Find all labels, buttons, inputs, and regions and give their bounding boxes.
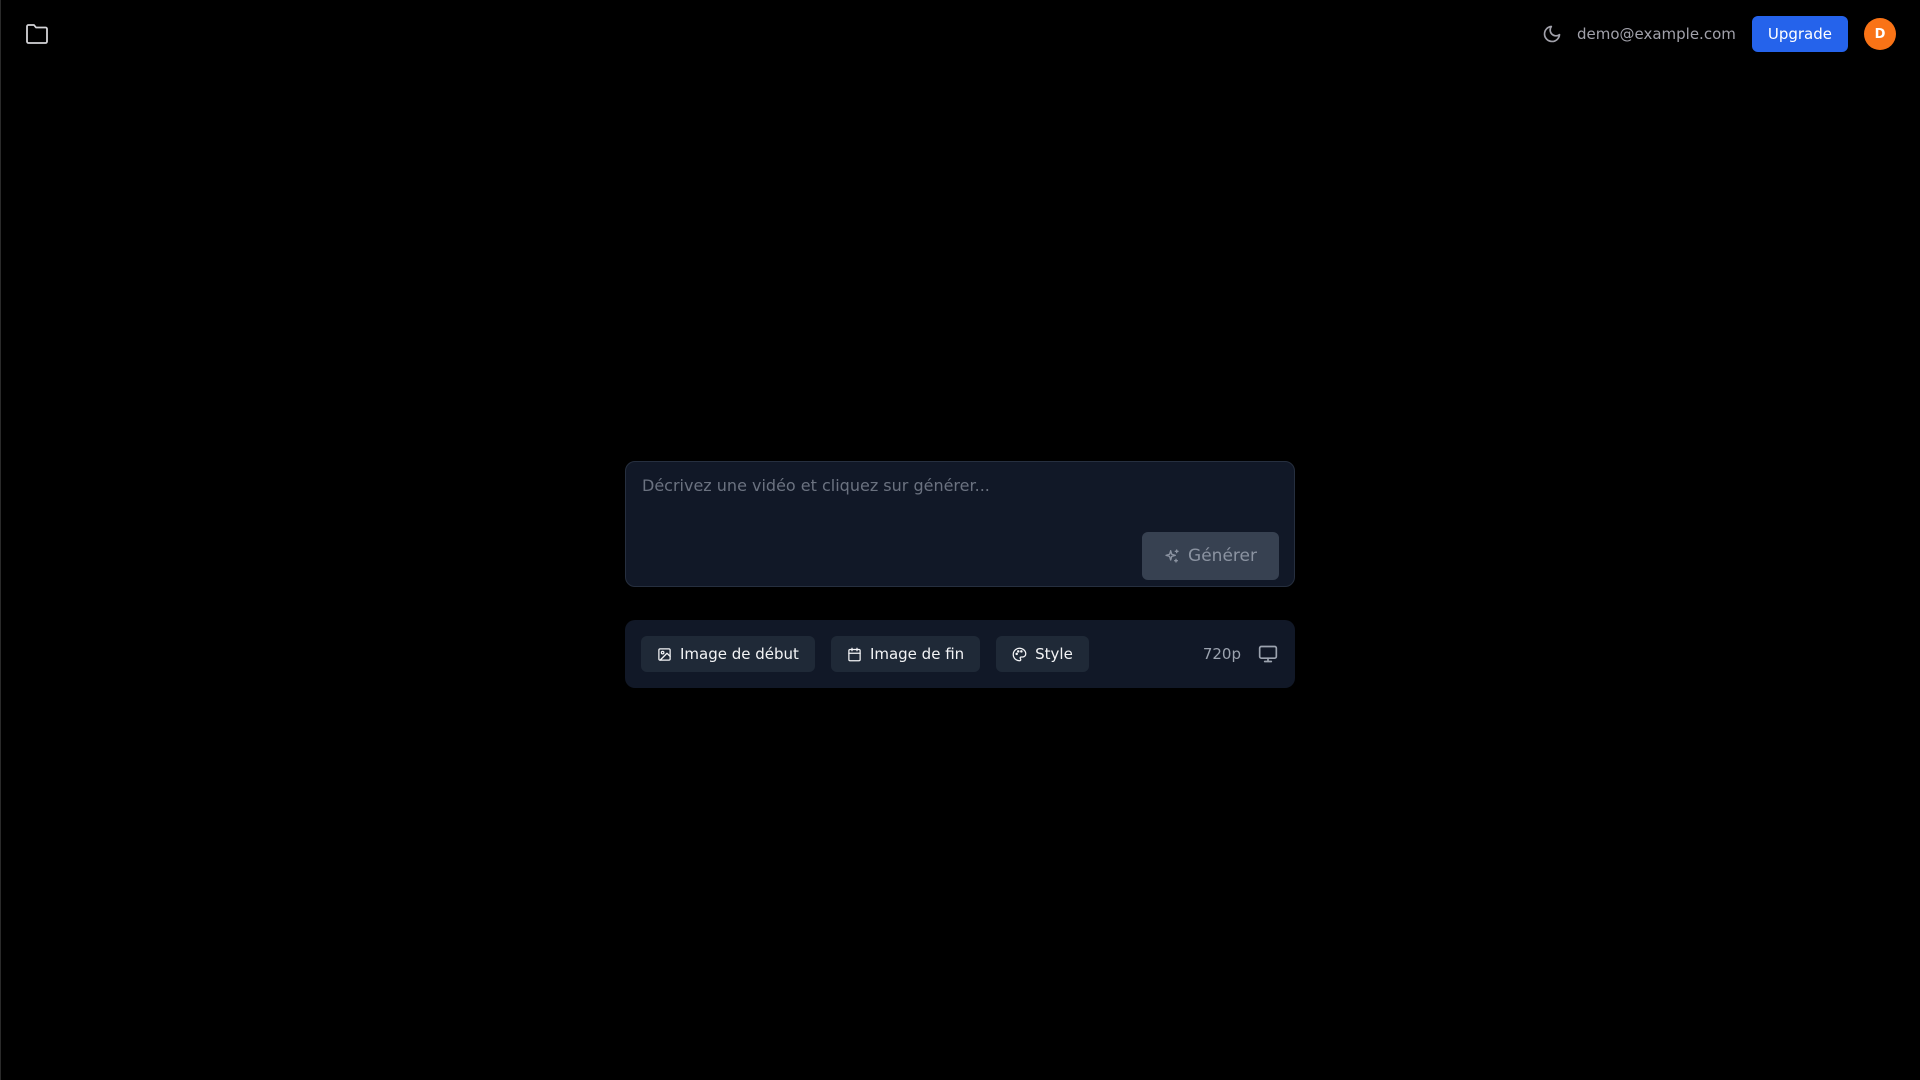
palette-icon: [1012, 647, 1027, 661]
moon-icon: [1543, 25, 1561, 43]
start-image-label: Image de début: [680, 645, 799, 663]
generate-label: Générer: [1188, 546, 1257, 566]
end-image-button[interactable]: Image de fin: [830, 636, 981, 672]
image-icon: [658, 647, 671, 661]
theme-toggle-button[interactable]: [1539, 21, 1565, 47]
style-label: Style: [1035, 645, 1073, 663]
app-page: demo@example.com Upgrade D Générer Image…: [0, 0, 1920, 1080]
resolution-selector[interactable]: 720p: [1203, 645, 1241, 663]
sparkles-icon: [1165, 549, 1179, 563]
display-button[interactable]: [1257, 643, 1279, 665]
start-image-button[interactable]: Image de début: [641, 636, 815, 672]
window-edge: [0, 0, 1, 1080]
calendar-icon: [848, 647, 861, 661]
prompt-input[interactable]: [642, 476, 1272, 516]
header-actions: demo@example.com Upgrade D: [1539, 16, 1896, 52]
folder-icon: [26, 24, 48, 44]
generate-button[interactable]: Générer: [1142, 532, 1279, 580]
upgrade-button[interactable]: Upgrade: [1751, 16, 1848, 52]
style-button[interactable]: Style: [996, 636, 1089, 672]
folder-button[interactable]: [22, 20, 52, 48]
prompt-box: Générer: [625, 461, 1295, 587]
options-bar: Image de début Image de fin Style 720p: [625, 620, 1295, 688]
user-email: demo@example.com: [1576, 25, 1736, 43]
avatar[interactable]: D: [1864, 18, 1896, 50]
monitor-icon: [1258, 645, 1278, 663]
end-image-label: Image de fin: [869, 645, 965, 663]
